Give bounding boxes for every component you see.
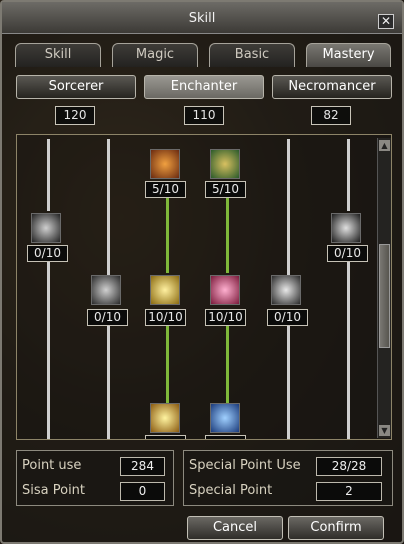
golden-slash-icon[interactable]	[150, 403, 180, 433]
points-panel: Point use 284 Sisa Point 0	[16, 450, 174, 506]
skill-count: 10/10	[145, 309, 186, 326]
sisa-point-label: Sisa Point	[22, 483, 86, 498]
sorcerer-points: 120	[55, 106, 95, 125]
ghost-wisp-icon[interactable]	[91, 275, 121, 305]
enchanter-points: 110	[184, 106, 224, 125]
unlock-connector	[226, 197, 229, 273]
track-line	[107, 323, 110, 439]
unlock-connector	[166, 323, 169, 403]
special-point-label: Special Point	[189, 483, 273, 498]
shadow-wave-icon[interactable]	[331, 213, 361, 243]
skill-count: 0/10	[87, 309, 128, 326]
sisa-point-value: 0	[120, 482, 165, 501]
close-icon[interactable]: ✕	[378, 14, 394, 29]
special-points-panel: Special Point Use 28/28 Special Point 2	[183, 450, 393, 506]
skill-count: 10/10	[205, 309, 246, 326]
window-title: Skill	[188, 11, 216, 26]
class-enchanter-button[interactable]: Enchanter	[144, 75, 264, 99]
tab-basic[interactable]: Basic	[209, 43, 295, 67]
cancel-button[interactable]: Cancel	[187, 516, 283, 540]
skill-count: 5/10	[145, 181, 186, 198]
confirm-button[interactable]: Confirm	[288, 516, 384, 540]
emblem-crest-icon[interactable]	[210, 149, 240, 179]
necromancer-points: 82	[311, 106, 351, 125]
tab-bar: Skill Magic Basic Mastery	[15, 43, 391, 67]
track-line	[47, 259, 50, 439]
skill-count	[145, 435, 186, 439]
tab-mastery[interactable]: Mastery	[306, 43, 391, 67]
track-line	[347, 259, 350, 439]
skill-window: Skill ✕ Skill Magic Basic Mastery Sorcer…	[0, 0, 404, 544]
special-point-use-value: 28/28	[316, 457, 382, 476]
golden-beam-icon[interactable]	[150, 275, 180, 305]
scroll-up-icon[interactable]: ▲	[379, 140, 390, 151]
skill-count: 5/10	[205, 181, 246, 198]
point-use-value: 284	[120, 457, 165, 476]
title-bar[interactable]: Skill ✕	[2, 2, 402, 34]
track-line	[287, 323, 290, 439]
tab-magic[interactable]: Magic	[112, 43, 198, 67]
skill-count: 0/10	[27, 245, 68, 262]
track-line	[347, 139, 350, 211]
unlock-connector	[166, 197, 169, 273]
skill-tree-panel: 5/10 5/10 0/10 0/10 0/10 10/10 10/10 0/1…	[16, 134, 392, 440]
fire-burst-icon[interactable]	[150, 149, 180, 179]
class-sorcerer-button[interactable]: Sorcerer	[16, 75, 136, 99]
class-necromancer-button[interactable]: Necromancer	[272, 75, 392, 99]
scroll-thumb[interactable]	[379, 244, 390, 348]
track-line	[107, 139, 110, 275]
blue-hand-icon[interactable]	[210, 403, 240, 433]
point-use-label: Point use	[22, 458, 82, 473]
special-point-value: 2	[316, 482, 382, 501]
track-line	[287, 139, 290, 275]
skill-count: 0/10	[327, 245, 368, 262]
special-point-use-label: Special Point Use	[189, 458, 301, 473]
tree-scrollbar[interactable]: ▲ ▼	[377, 138, 391, 438]
pink-aura-icon[interactable]	[210, 275, 240, 305]
scroll-down-icon[interactable]: ▼	[379, 425, 390, 436]
unlock-connector	[226, 323, 229, 403]
grey-streak-icon[interactable]	[271, 275, 301, 305]
track-line	[47, 139, 50, 211]
dark-orb-icon[interactable]	[31, 213, 61, 243]
skill-count	[205, 435, 246, 439]
skill-count: 0/10	[267, 309, 308, 326]
tab-skill[interactable]: Skill	[15, 43, 101, 67]
